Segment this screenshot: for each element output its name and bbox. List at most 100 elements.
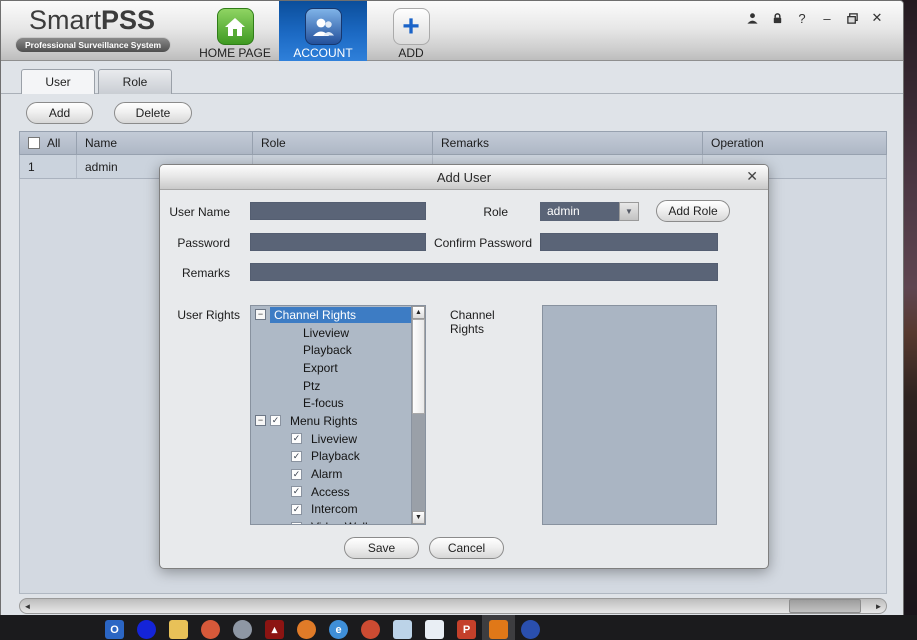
powerpoint-icon[interactable]: P (457, 620, 476, 639)
tree-checkbox[interactable]: ✓ (291, 522, 302, 524)
tree-checkbox[interactable]: ✓ (291, 469, 302, 480)
dialog-close-icon[interactable]: ✕ (746, 168, 758, 185)
add-icon: + (393, 8, 430, 45)
scroll-down-arrow-icon[interactable]: ▼ (412, 511, 425, 524)
tab-add-label: ADD (398, 46, 423, 60)
dialog-buttons: Save Cancel (160, 537, 768, 559)
role-label: Role (480, 205, 508, 219)
column-header-all[interactable]: All (20, 132, 77, 154)
ie-icon[interactable]: e (329, 620, 348, 639)
horizontal-scrollbar[interactable]: ◄ ► (19, 598, 887, 614)
select-all-checkbox[interactable] (28, 137, 40, 149)
tab-home-page[interactable]: HOME PAGE (191, 1, 279, 61)
close-icon[interactable]: ✕ (869, 10, 885, 26)
outlook-icon[interactable]: O (105, 620, 124, 639)
desktop-wallpaper: SmartPSS Professional Surveillance Syste… (0, 0, 917, 640)
tree-items: −Channel RightsLiveviewPlaybackExportPtz… (251, 306, 411, 524)
notepad-icon[interactable] (393, 620, 412, 639)
help-icon[interactable]: ? (794, 10, 810, 26)
user-rights-tree[interactable]: −Channel RightsLiveviewPlaybackExportPtz… (250, 305, 426, 525)
tree-item-video-wall[interactable]: ✓Video Wall (251, 518, 411, 524)
tree-item-intercom[interactable]: ✓Intercom (251, 501, 411, 519)
scroll-right-arrow-icon[interactable]: ► (871, 599, 886, 613)
tree-scrollbar-thumb[interactable] (412, 319, 425, 414)
window-app-icon[interactable] (425, 620, 444, 639)
firefox-icon[interactable] (297, 620, 316, 639)
tab-account[interactable]: ACCOUNT (279, 1, 367, 61)
browser-icon[interactable] (201, 620, 220, 639)
tree-item-playback[interactable]: ✓Playback (251, 448, 411, 466)
tree-item-menu-rights[interactable]: −✓Menu Rights (251, 412, 411, 430)
restore-icon[interactable] (844, 10, 860, 26)
tree-item-liveview[interactable]: ✓Liveview (251, 430, 411, 448)
window-controls: ? – ✕ (744, 10, 885, 26)
tab-add[interactable]: + ADD (367, 1, 455, 61)
minimize-icon[interactable]: – (819, 10, 835, 26)
user-icon[interactable] (744, 10, 760, 26)
channel-rights-panel (542, 305, 717, 525)
lock-icon[interactable] (769, 10, 785, 26)
gray-app-icon[interactable] (233, 620, 252, 639)
scrollbar-track[interactable] (35, 599, 871, 613)
messenger-icon[interactable] (521, 620, 540, 639)
folder-icon[interactable] (169, 620, 188, 639)
add-user-dialog: Add User ✕ User Name Role admin ▼ Add Ro… (159, 164, 769, 569)
tree-checkbox[interactable]: ✓ (291, 504, 302, 515)
tree-scrollbar[interactable]: ▲ ▼ (411, 306, 425, 524)
tab-role[interactable]: Role (98, 69, 172, 94)
tree-checkbox[interactable]: ✓ (270, 415, 281, 426)
brand-regular: Smart (29, 5, 101, 35)
cancel-button[interactable]: Cancel (429, 537, 504, 559)
scroll-up-arrow-icon[interactable]: ▲ (412, 306, 425, 319)
scroll-left-arrow-icon[interactable]: ◄ (20, 599, 35, 613)
role-select-value: admin (540, 202, 619, 221)
app-header: SmartPSS Professional Surveillance Syste… (1, 1, 903, 61)
dialog-title: Add User (437, 170, 491, 185)
add-button[interactable]: Add (26, 102, 93, 124)
blue-app-icon[interactable] (137, 620, 156, 639)
tree-checkbox[interactable]: ✓ (291, 433, 302, 444)
tree-item-alarm[interactable]: ✓Alarm (251, 465, 411, 483)
user-rights-label: User Rights (168, 308, 240, 322)
tree-item-ptz[interactable]: Ptz (251, 377, 411, 395)
tree-item-playback[interactable]: Playback (251, 341, 411, 359)
app-logo: SmartPSS Professional Surveillance Syste… (15, 5, 175, 53)
column-header-name[interactable]: Name (77, 132, 253, 154)
tree-item-export[interactable]: Export (251, 359, 411, 377)
role-select[interactable]: admin ▼ (540, 202, 639, 221)
chrome-icon[interactable] (361, 620, 380, 639)
column-header-operation[interactable]: Operation (703, 132, 886, 154)
smartpss-window: SmartPSS Professional Surveillance Syste… (0, 0, 904, 616)
column-header-remarks[interactable]: Remarks (433, 132, 703, 154)
save-button[interactable]: Save (344, 537, 419, 559)
tree-item-liveview[interactable]: Liveview (251, 324, 411, 342)
chevron-down-icon[interactable]: ▼ (619, 202, 639, 221)
tree-checkbox[interactable]: ✓ (291, 486, 302, 497)
remarks-label: Remarks (168, 266, 230, 280)
tab-home-label: HOME PAGE (199, 46, 271, 60)
reader-icon[interactable]: ▴ (265, 620, 284, 639)
scrollbar-thumb[interactable] (789, 599, 861, 613)
column-header-role[interactable]: Role (253, 132, 433, 154)
brand-bold: PSS (101, 5, 155, 35)
confirm-password-input[interactable] (540, 233, 718, 251)
delete-button[interactable]: Delete (114, 102, 192, 124)
remarks-input[interactable] (250, 263, 718, 281)
collapse-icon[interactable]: − (255, 415, 266, 426)
tree-item-e-focus[interactable]: E-focus (251, 394, 411, 412)
user-toolbar: Add Delete (26, 102, 192, 124)
tree-item-channel-rights[interactable]: −Channel Rights (251, 306, 411, 324)
user-name-input[interactable] (250, 202, 426, 220)
page-tabs: User Role (21, 69, 175, 94)
confirm-password-label: Confirm Password (410, 236, 532, 250)
tree-checkbox[interactable]: ✓ (291, 451, 302, 462)
tab-user[interactable]: User (21, 69, 95, 94)
tree-item-access[interactable]: ✓Access (251, 483, 411, 501)
smartpss-task-icon[interactable] (489, 620, 508, 639)
tab-account-label: ACCOUNT (293, 46, 352, 60)
password-input[interactable] (250, 233, 426, 251)
dialog-titlebar: Add User ✕ (160, 165, 768, 190)
channel-rights-label: Channel Rights (450, 308, 532, 336)
add-role-button[interactable]: Add Role (656, 200, 730, 222)
collapse-icon[interactable]: − (255, 309, 266, 320)
